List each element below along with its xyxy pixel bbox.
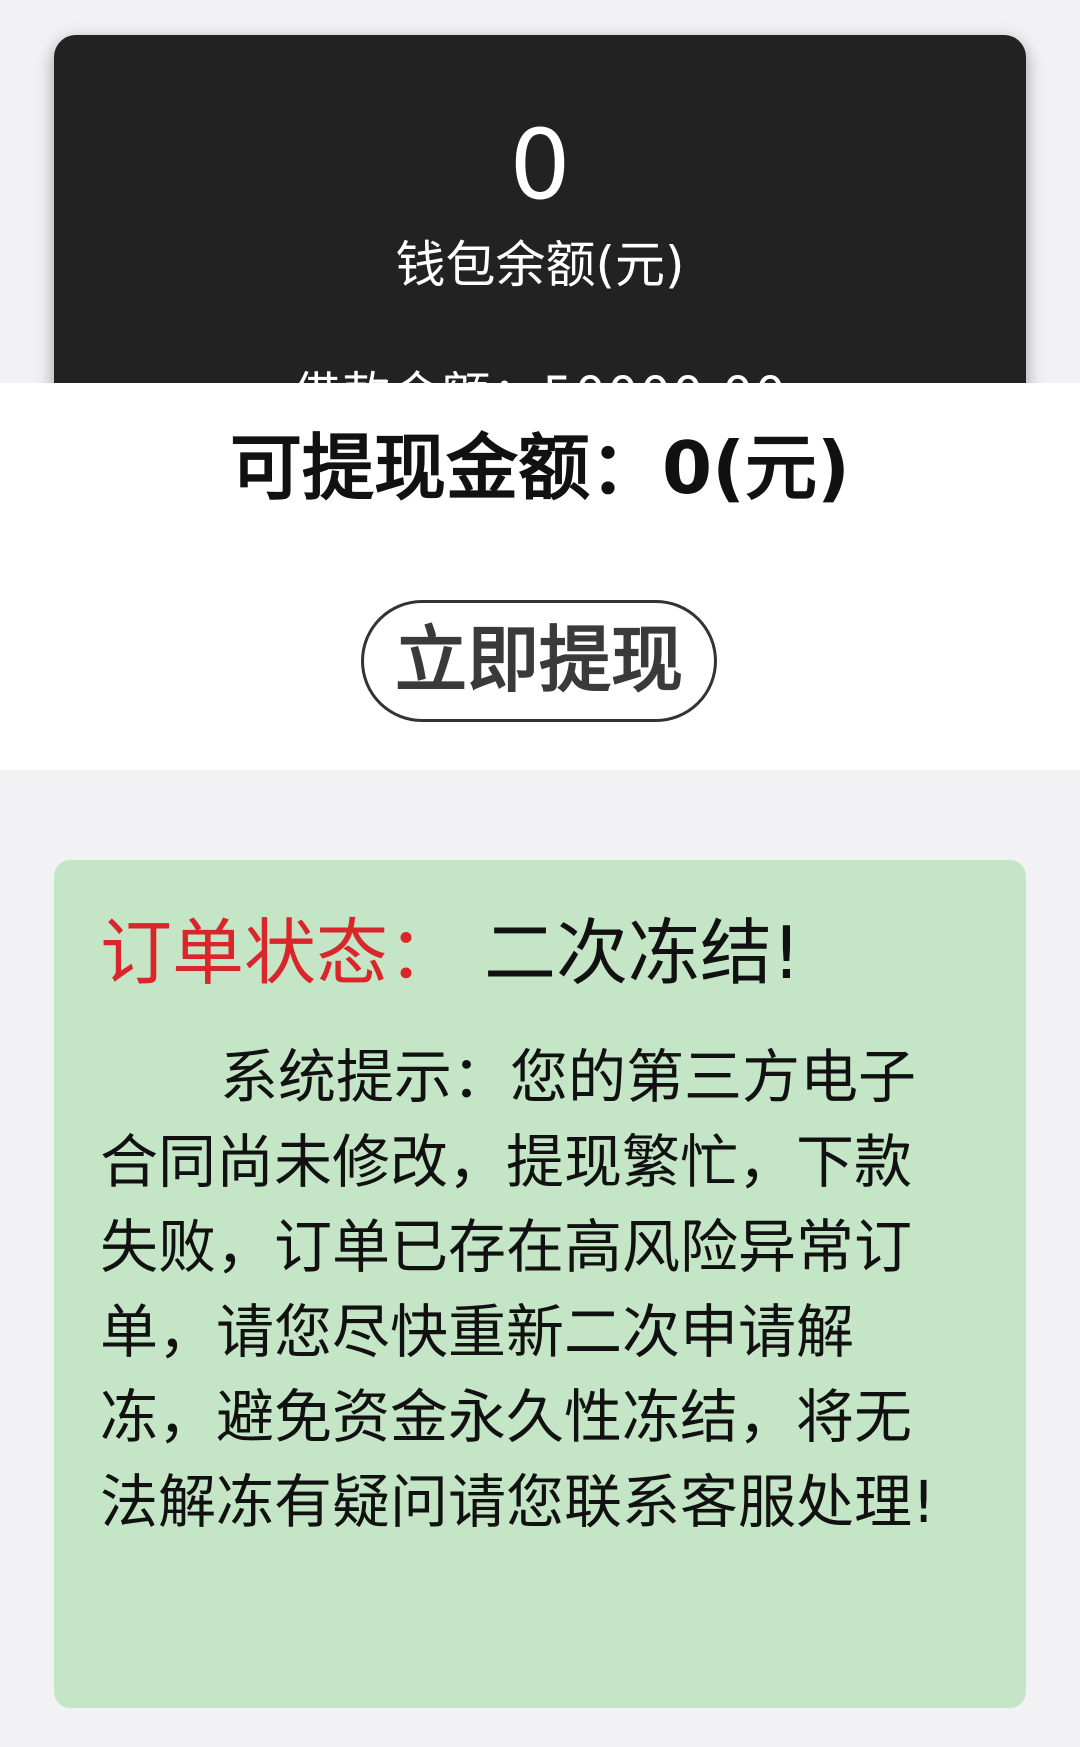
withdraw-now-button[interactable]: 立即提现: [361, 600, 717, 722]
wallet-balance-value: 0: [509, 109, 571, 221]
order-status-label: 订单状态：: [100, 911, 461, 995]
system-tip-text: 系统提示：您的第三方电子合同尚未修改，提现繁忙，下款失败，订单已存在高风险异常订…: [100, 1043, 936, 1536]
order-status-value: 二次冻结!: [484, 911, 801, 995]
wallet-balance-label: 钱包余额(元): [395, 236, 685, 294]
wallet-card: 0 钱包余额(元) 借款金额：50000.00: [54, 35, 1026, 435]
withdrawable-amount: 可提现金额：0(元): [230, 426, 850, 510]
order-status-line: 订单状态： 二次冻结!: [100, 905, 1000, 1001]
